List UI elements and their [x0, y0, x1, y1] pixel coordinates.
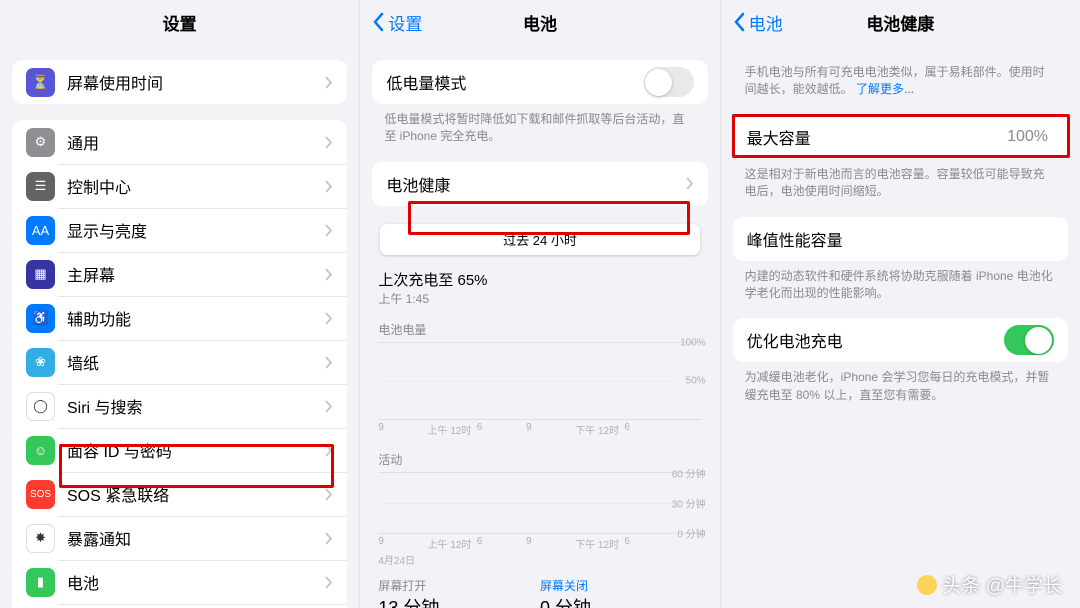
row-面容 ID 与密码[interactable]: ☺面容 ID 与密码 — [12, 428, 347, 472]
time-range-segmented[interactable]: 过去 24 小时 — [378, 222, 701, 257]
battery-icon: ▮ — [26, 568, 55, 597]
learn-more-link[interactable]: 了解更多... — [856, 82, 914, 96]
back-to-settings[interactable]: 设置 — [372, 0, 422, 44]
optimized-charging-note: 为减缓电池老化，iPhone 会学习您每日的充电模式，并暂缓充电至 80% 以上… — [721, 362, 1080, 404]
row-主屏幕[interactable]: ▦主屏幕 — [12, 252, 347, 296]
screen-on-label: 屏幕打开 — [378, 577, 540, 594]
wallpaper-icon: ❀ — [26, 348, 55, 377]
text-size-icon: AA — [26, 216, 55, 245]
chevron-right-icon — [325, 400, 333, 413]
row-optimized-charging[interactable]: 优化电池充电 — [733, 318, 1068, 362]
peak-note: 内建的动态软件和硬件系统将协助克服随着 iPhone 电池化学老化而出现的性能影… — [721, 261, 1080, 303]
screen-off-value: 0 分钟 — [540, 594, 702, 608]
x-axis-date: 4月24日 — [378, 552, 701, 567]
row-peak-performance[interactable]: 峰值性能容量 — [733, 217, 1068, 261]
chevron-right-icon — [686, 177, 694, 190]
chevron-right-icon — [325, 76, 333, 89]
row-通用[interactable]: ⚙通用 — [12, 120, 347, 164]
chevron-right-icon — [325, 268, 333, 281]
row-隐私[interactable]: ✋隐私 — [12, 604, 347, 608]
row-控制中心[interactable]: ☰控制中心 — [12, 164, 347, 208]
battery-health-title: 电池健康 — [866, 10, 934, 35]
row-暴露通知[interactable]: ✸暴露通知 — [12, 516, 347, 560]
switches-icon: ☰ — [26, 172, 55, 201]
grid-icon: ▦ — [26, 260, 55, 289]
chevron-right-icon — [325, 576, 333, 589]
row-辅助功能[interactable]: ♿辅助功能 — [12, 296, 347, 340]
screen-on-value: 13 分钟 — [378, 594, 540, 608]
screen-off-label: 屏幕关闭 — [540, 577, 702, 594]
chevron-right-icon — [325, 312, 333, 325]
chart-activity-title: 活动 — [378, 451, 701, 468]
row-Siri 与搜索[interactable]: ◯Siri 与搜索 — [12, 384, 347, 428]
faceid-icon: ☺ — [26, 436, 55, 465]
chevron-right-icon — [325, 532, 333, 545]
optimized-charging-switch[interactable] — [1004, 325, 1054, 355]
row-low-power-mode[interactable]: 低电量模式 — [372, 60, 707, 104]
chevron-right-icon — [325, 356, 333, 369]
battery-title: 电池 — [523, 10, 557, 35]
battery-level-chart: 100% 50% — [378, 342, 701, 420]
chart-level-title: 电池电量 — [378, 321, 701, 338]
health-intro: 手机电池与所有可充电电池类似，属于易耗部件。使用时间越长，能效越低。 了解更多.… — [721, 44, 1080, 99]
activity-chart: 60 分钟 30 分钟 0 分钟 — [378, 472, 701, 534]
row-电池[interactable]: ▮电池 — [12, 560, 347, 604]
low-power-switch[interactable] — [644, 67, 694, 97]
row-SOS 紧急联络[interactable]: SOSSOS 紧急联络 — [12, 472, 347, 516]
accessibility-icon: ♿ — [26, 304, 55, 333]
row-battery-health[interactable]: 电池健康 — [372, 162, 707, 206]
max-capacity-note: 这是相对于新电池而言的电池容量。容量较低可能导致充电后，电池使用时间缩短。 — [721, 159, 1080, 201]
chevron-right-icon — [325, 444, 333, 457]
low-power-note: 低电量模式将暂时降低如下载和邮件抓取等后台活动，直至 iPhone 完全充电。 — [360, 104, 719, 146]
watermark: 头条 @牛学长 — [917, 571, 1062, 598]
watermark-icon — [917, 575, 937, 595]
gear-icon: ⚙ — [26, 128, 55, 157]
chevron-right-icon — [325, 180, 333, 193]
back-to-battery[interactable]: 电池 — [733, 0, 783, 44]
siri-icon: ◯ — [26, 392, 55, 421]
last-charge-label: 上次充电至 65% — [360, 265, 719, 290]
row-max-capacity[interactable]: 最大容量 100% — [733, 115, 1068, 159]
last-charge-time: 上午 1:45 — [360, 290, 719, 307]
max-capacity-value: 100% — [1007, 128, 1048, 146]
row-显示与亮度[interactable]: AA显示与亮度 — [12, 208, 347, 252]
chevron-right-icon — [325, 224, 333, 237]
row-墙纸[interactable]: ❀墙纸 — [12, 340, 347, 384]
seg-last-24h[interactable]: 过去 24 小时 — [380, 224, 699, 255]
sos-icon: SOS — [26, 480, 55, 509]
exposure-icon: ✸ — [26, 524, 55, 553]
settings-title: 设置 — [163, 10, 197, 35]
row-screen-time[interactable]: ⏳ 屏幕使用时间 — [12, 60, 347, 104]
chevron-right-icon — [325, 136, 333, 149]
hourglass-icon: ⏳ — [26, 68, 55, 97]
chevron-right-icon — [325, 488, 333, 501]
